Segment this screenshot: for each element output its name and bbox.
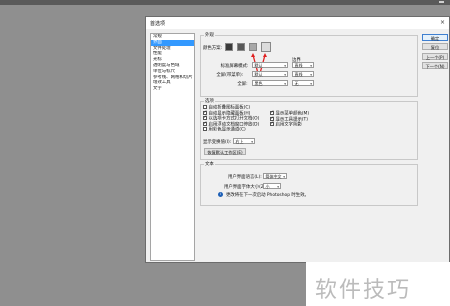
dialog-titlebar: 首选项 ×	[146, 17, 449, 29]
restore-workspace-button[interactable]: 恢复默认工作区(E)	[204, 148, 246, 155]
preferences-dialog: 首选项 × 常规 界面 文件处理 性能 光标 透明度与色域 单位与标尺 参考线、网格和切片 增效…	[145, 16, 450, 263]
appearance-mode-select[interactable]: 黑色 ▾	[252, 80, 288, 86]
appearance-legend: 外观	[205, 33, 214, 38]
preferences-nav-list: 常规 界面 文件处理 性能 光标 透明度与色域 单位与标尺 参考线、网格和切片 增效工具 文字	[150, 33, 195, 261]
appearance-mode-select[interactable]: 默认 ▾	[252, 62, 288, 68]
text-legend: 文本	[205, 162, 214, 167]
option-checkbox[interactable]: 用彩色显示通道(C)	[203, 127, 246, 133]
close-icon[interactable]: ×	[440, 19, 445, 26]
checkbox-icon[interactable]	[203, 105, 207, 109]
appearance-border-select[interactable]: 无 ▾	[292, 80, 314, 86]
appearance-row-label: 全屏:	[237, 82, 248, 87]
window-control-icon[interactable]	[439, 1, 444, 3]
ok-button[interactable]: 确定	[422, 34, 448, 41]
checkbox-icon[interactable]	[270, 121, 274, 127]
restart-note: 更改将在下一次启动 Photoshop 时生效。	[226, 193, 309, 198]
appearance-border-select[interactable]: 直线 ▾	[292, 62, 314, 68]
ui-language-select[interactable]: 简体中文 ▾	[263, 173, 287, 179]
checkbox-label: 用彩色显示通道(C)	[208, 127, 246, 133]
info-icon: i	[218, 192, 223, 197]
appearance-mode-select[interactable]: 默认 ▾	[252, 71, 288, 77]
checkbox-icon[interactable]	[203, 121, 207, 126]
options-legend: 选项	[205, 99, 214, 104]
reset-button[interactable]: 复位	[422, 43, 448, 50]
checkbox-icon[interactable]	[270, 110, 274, 116]
checkbox-label: 启用文字阴影	[275, 122, 302, 128]
appearance-row-label: 全屏(带菜单):	[216, 73, 244, 78]
checkbox-icon[interactable]	[203, 115, 207, 121]
color-scheme-label: 颜色方案:	[203, 46, 223, 51]
app-top-strip	[0, 0, 450, 5]
nav-item[interactable]: 文字	[151, 86, 194, 92]
next-button[interactable]: 下一个(N)	[422, 62, 448, 69]
transform-label: 显示变换值(I):	[203, 140, 232, 145]
appearance-row-label: 标准屏幕模式:	[220, 64, 249, 69]
checkbox-icon[interactable]	[203, 127, 207, 132]
option-checkbox[interactable]: 启用文字阴影	[270, 121, 302, 128]
prev-button[interactable]: 上一个(P)	[422, 53, 448, 60]
ui-font-size-label: 用户界面字体大小(Z):	[224, 185, 268, 190]
ui-font-size-select[interactable]: 小 ▾	[263, 183, 281, 189]
color-scheme-swatch-1[interactable]	[225, 43, 233, 51]
checkbox-icon[interactable]	[203, 110, 207, 115]
watermark-text: 软件技巧	[315, 278, 412, 303]
ui-language-label: 用户界面语言(L):	[228, 175, 262, 180]
checkbox-icon[interactable]	[270, 116, 274, 121]
appearance-border-select[interactable]: 直线 ▾	[292, 71, 314, 77]
transform-select[interactable]: 右上 ▾	[233, 138, 255, 144]
dialog-title: 首选项	[150, 21, 166, 27]
